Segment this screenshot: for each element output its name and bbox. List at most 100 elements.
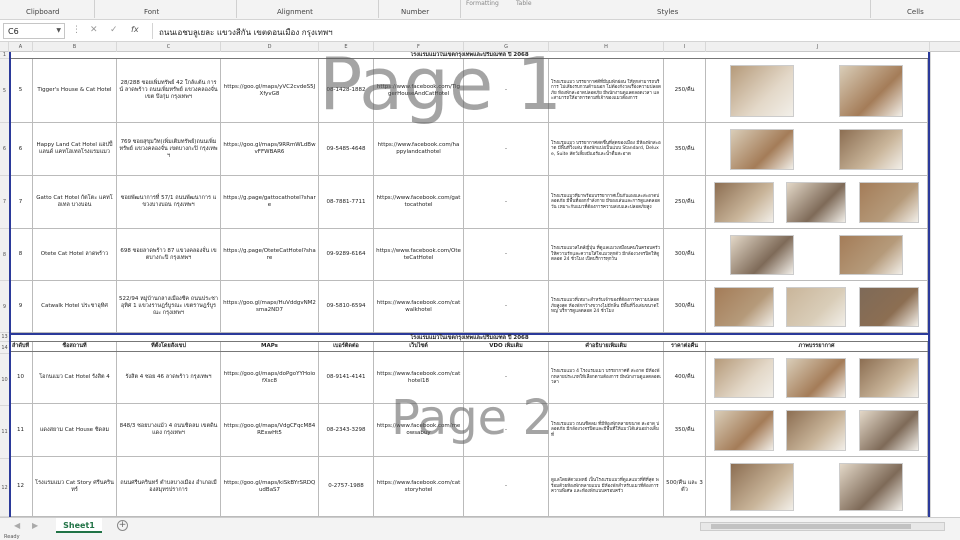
cell-maps[interactable]: https://goo.gl/maps/VdgCFqcM84RExwHt5: [221, 404, 319, 456]
cell-phone[interactable]: 08-1428-1882: [319, 59, 374, 122]
formula-input[interactable]: ถนนเอชบลูเยละ แขวงสีกัน เขตดอนเมือง กรุง…: [152, 23, 956, 39]
cat-photo-image[interactable]: [858, 286, 919, 327]
cell-address[interactable]: ถนนศรีนครินทร์ ตำบลบางเมือง อำเภอเมืองสม…: [117, 457, 221, 516]
add-sheet-icon[interactable]: +: [117, 520, 128, 531]
cell-photos[interactable]: [706, 176, 928, 228]
cell-price[interactable]: 250/คืน: [664, 176, 706, 228]
cell-address[interactable]: รังสิต 4 ซอย 46 ลาดพร้าว กรุงเทพฯ: [117, 352, 221, 403]
cell-price[interactable]: 350/คืน: [664, 404, 706, 456]
cell-address[interactable]: 698 ซอยลาดพร้าว 87 แขวงคลองจั่น เขตบางกะ…: [117, 229, 221, 280]
cell-price[interactable]: 500/คืน และ 3 ตัว: [664, 457, 706, 516]
row-header[interactable]: 14: [0, 342, 9, 354]
cell-desc[interactable]: โรงแรมแมวสไตล์ญี่ปุ่น ที่ดูแลแมวเหมือนคน…: [549, 229, 664, 280]
row-header[interactable]: 8: [0, 229, 9, 281]
cell-desc[interactable]: โรงแรมแมวที่เหมาะสำหรับเจ้าของที่ต้องการ…: [549, 281, 664, 332]
name-box[interactable]: C6 ▼: [3, 23, 65, 39]
cell-photos[interactable]: [706, 123, 928, 175]
cell-vdo[interactable]: -: [464, 352, 549, 403]
cell-vdo[interactable]: -: [464, 281, 549, 332]
function-icon[interactable]: fx: [131, 25, 139, 34]
cell-maps[interactable]: https://goo.gl/maps/9RRmWLdBwvFFWBAR6: [221, 123, 319, 175]
cell-photos[interactable]: [706, 229, 928, 280]
cell-desc[interactable]: โรงแรมแมว บรรยากาศสดชื่นที่สุดของเมือง ม…: [549, 123, 664, 175]
cell-maps[interactable]: https://goo.gl/maps/HuVddgvNM2sma2ND7: [221, 281, 319, 332]
cell-maps[interactable]: https://g.page/OteteCatHotel?share: [221, 229, 319, 280]
cell-desc[interactable]: โรงแรมแมว บรรยากาศดีที่มีมุมพักผ่อน ให้ท…: [549, 59, 664, 122]
horizontal-scrollbar[interactable]: [700, 522, 945, 531]
cell-maps[interactable]: https://goo.gl/maps/doPgoYYHoiofXsc8: [221, 352, 319, 403]
cell-desc[interactable]: โรงแรมแมว ถนนชิดลม ที่มีห้องพักหลายขนาด …: [549, 404, 664, 456]
cell-maps[interactable]: https://goo.gl/maps/kiSkBYrSRDQudBaS7: [221, 457, 319, 516]
cell-no[interactable]: 6: [9, 123, 33, 175]
cell-vdo[interactable]: -: [464, 229, 549, 280]
cell-phone[interactable]: 0-2757-1988: [319, 457, 374, 516]
cat-photo-image[interactable]: [786, 409, 847, 451]
tab-sheet1[interactable]: Sheet1: [56, 518, 102, 533]
cat-photo-image[interactable]: [786, 357, 847, 398]
cell-phone[interactable]: 09-5485-4648: [319, 123, 374, 175]
cat-photo-image[interactable]: [714, 357, 775, 398]
cell-facebook[interactable]: https://www.facebook.com/catwalkhotel: [374, 281, 464, 332]
cell-desc[interactable]: ดูแลโดยสัตวแพทย์ เป็นโรงแรมแมวที่ดูแลแมว…: [549, 457, 664, 516]
cat-photo-image[interactable]: [730, 64, 795, 117]
cell-phone[interactable]: 08-2343-3298: [319, 404, 374, 456]
cell-no[interactable]: 5: [9, 59, 33, 122]
column-header[interactable]: G: [464, 42, 549, 52]
cell-price[interactable]: 400/คืน: [664, 352, 706, 403]
column-header[interactable]: D: [221, 42, 319, 52]
cell-name[interactable]: Catwalk Hotel ประชาอุทิศ: [33, 281, 117, 332]
section-title[interactable]: โรงแรมแมวในเขตกรุงเทพและปริมณฑล ปี 2068: [9, 52, 930, 59]
cell-name[interactable]: โอกนแมว Cat Hotel รังสิต 4: [33, 352, 117, 403]
cell-address[interactable]: ซอยพัฒนาการที่ 57/1 ถนนพัฒนาการ แขวงบางบ…: [117, 176, 221, 228]
cat-photo-image[interactable]: [786, 181, 847, 223]
cell-no[interactable]: 8: [9, 229, 33, 280]
cell-facebook[interactable]: https://www.facebook.com/OteteCatHotel: [374, 229, 464, 280]
cell-photos[interactable]: [706, 404, 928, 456]
cell-no[interactable]: 10: [9, 352, 33, 403]
cell-vdo[interactable]: -: [464, 123, 549, 175]
cell-no[interactable]: 9: [9, 281, 33, 332]
cell-photos[interactable]: [706, 281, 928, 332]
row-header[interactable]: 6: [0, 123, 9, 176]
column-title[interactable]: ที่ตั้งโดยสังเขป: [117, 342, 221, 351]
cat-photo-image[interactable]: [838, 128, 903, 170]
cell-no[interactable]: 12: [9, 457, 33, 516]
cell-facebook[interactable]: https://www.facebook.com/happylandcathot…: [374, 123, 464, 175]
column-header[interactable]: J: [706, 42, 930, 52]
cell-maps[interactable]: https://goo.gl/maps/yVC2cvdeS5JXfyvG8: [221, 59, 319, 122]
column-header[interactable]: E: [319, 42, 374, 52]
cell-facebook[interactable]: https://www.facebook.com/cathotel18: [374, 352, 464, 403]
column-header[interactable]: H: [549, 42, 664, 52]
cat-photo-image[interactable]: [858, 181, 919, 223]
cell-vdo[interactable]: -: [464, 457, 549, 516]
cell-facebook[interactable]: https://www.facebook.com/gattocathotel: [374, 176, 464, 228]
cat-photo-image[interactable]: [838, 462, 903, 511]
column-title[interactable]: VDO เพิ่มเติม: [464, 342, 549, 351]
row-header[interactable]: 10: [0, 354, 9, 406]
row-header[interactable]: 5: [0, 59, 9, 123]
chevron-down-icon[interactable]: ▼: [56, 27, 61, 34]
ribbon-fragment-formatting[interactable]: Formatting: [466, 0, 499, 7]
cell-name[interactable]: Happy Land Cat Hotel แฮปปี้แลนด์ แคทโฮเท…: [33, 123, 117, 175]
vertical-scroll-area[interactable]: [930, 52, 960, 517]
cell-vdo[interactable]: -: [464, 176, 549, 228]
column-title[interactable]: ชื่อสถานที่: [33, 342, 117, 351]
column-header[interactable]: I: [664, 42, 706, 52]
cell-vdo[interactable]: -: [464, 59, 549, 122]
cell-address[interactable]: 28/288 ซอยเพิ่มทรัพย์ 42 ใกล้เเต้น การน์…: [117, 59, 221, 122]
cat-photo-image[interactable]: [730, 128, 795, 170]
scroll-right-icon[interactable]: ▶: [32, 521, 38, 530]
confirm-icon[interactable]: ✓: [110, 25, 118, 35]
more-options-icon[interactable]: ⋮: [72, 25, 81, 35]
cell-price[interactable]: 300/คืน: [664, 229, 706, 280]
row-header[interactable]: 1: [0, 52, 9, 59]
column-title[interactable]: คำอธิบายเพิ่มเติม: [549, 342, 664, 351]
cell-price[interactable]: 250/คืน: [664, 59, 706, 122]
column-title[interactable]: MAPs: [221, 342, 319, 351]
cell-name[interactable]: Gatto Cat Hotel กัตโตะ แคทโฮเทล บางบอน: [33, 176, 117, 228]
cat-photo-image[interactable]: [786, 286, 847, 327]
cell-phone[interactable]: 08-9141-4141: [319, 352, 374, 403]
row-header[interactable]: 9: [0, 281, 9, 333]
cell-no[interactable]: 7: [9, 176, 33, 228]
scrollbar-thumb[interactable]: [711, 524, 911, 529]
